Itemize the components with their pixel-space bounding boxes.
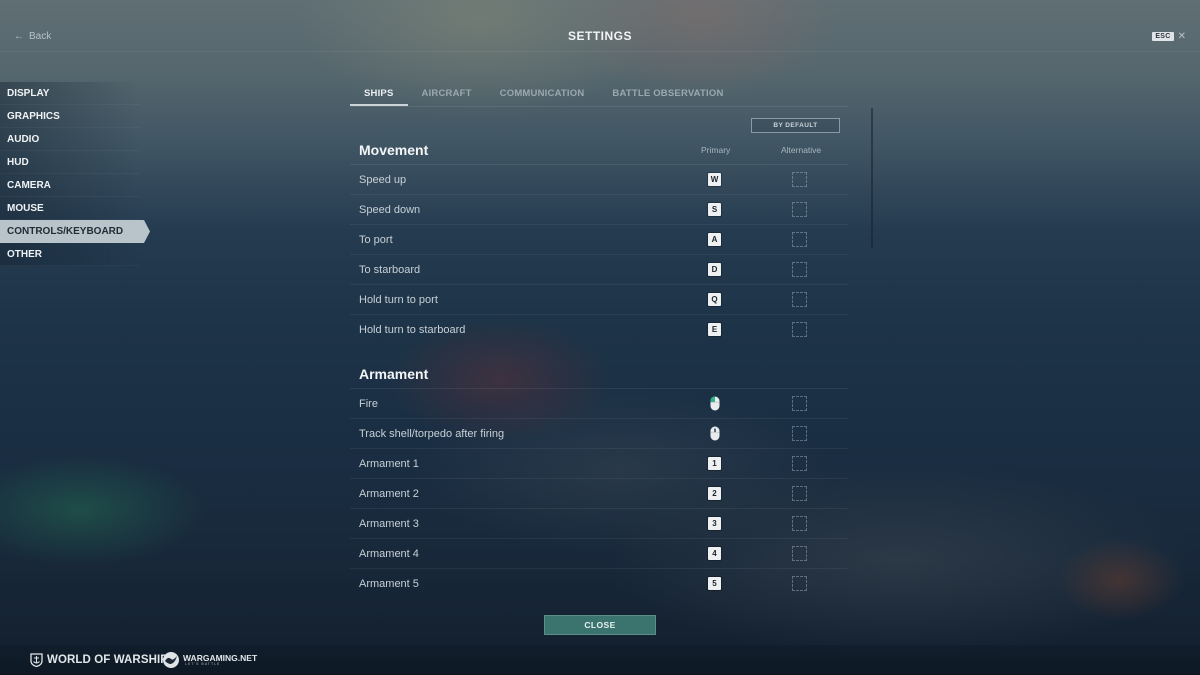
alternative-key-slot[interactable] — [792, 292, 807, 307]
header-divider — [0, 51, 1200, 52]
controls-tabs: SHIPS AIRCRAFT COMMUNICATION BATTLE OBSE… — [350, 82, 738, 106]
tab-battle-observation[interactable]: BATTLE OBSERVATION — [598, 82, 737, 106]
primary-key-binding[interactable]: D — [708, 263, 721, 276]
primary-key-binding[interactable]: 5 — [708, 577, 721, 590]
keybinding-row-armament-2: Armament 2 2 — [350, 479, 848, 509]
primary-key-binding[interactable]: 4 — [708, 547, 721, 560]
sidebar-item-label: AUDIO — [7, 133, 40, 145]
alternative-key-slot[interactable] — [792, 546, 807, 561]
wargaming-logo: WARGAMING.NET LET'S BATTLE — [162, 651, 257, 669]
sidebar-item-label: HUD — [7, 156, 29, 168]
sidebar-item-label: CONTROLS/KEYBOARD — [7, 225, 124, 237]
by-default-button[interactable]: BY DEFAULT — [751, 118, 840, 133]
keybinding-row-armament-1: Armament 1 1 — [350, 449, 848, 479]
section-title: Movement — [359, 142, 429, 158]
keybinding-row-armament-5: Armament 5 5 — [350, 569, 848, 599]
tab-communication[interactable]: COMMUNICATION — [486, 82, 599, 106]
warships-shield-icon — [30, 653, 43, 667]
world-of-warships-logo: WORLD OF WARSHIPS — [30, 653, 176, 667]
mouse-middle-button-icon[interactable] — [710, 426, 720, 441]
keybinding-row-armament-4: Armament 4 4 — [350, 539, 848, 569]
primary-key-binding[interactable]: S — [708, 203, 721, 216]
action-label: Armament 4 — [359, 547, 419, 560]
scrollbar[interactable] — [871, 108, 873, 248]
action-label: To port — [359, 233, 393, 246]
alternative-key-slot[interactable] — [792, 486, 807, 501]
keybinding-row-fire: Fire — [350, 389, 848, 419]
action-label: Hold turn to starboard — [359, 324, 466, 336]
action-label: Armament 2 — [359, 487, 419, 500]
primary-key-binding[interactable]: W — [708, 173, 721, 186]
action-label: Armament 5 — [359, 578, 419, 590]
tab-ships[interactable]: SHIPS — [350, 82, 408, 106]
sidebar-item-label: GRAPHICS — [7, 110, 60, 122]
keybinding-row-speed-up: Speed up W — [350, 165, 848, 195]
sidebar-item-graphics[interactable]: GRAPHICS — [0, 105, 140, 128]
close-button[interactable]: CLOSE — [544, 615, 656, 635]
alternative-key-slot[interactable] — [792, 576, 807, 591]
page-title: SETTINGS — [567, 29, 632, 43]
alternative-key-slot[interactable] — [792, 516, 807, 531]
keybinding-row-to-port: To port A — [350, 225, 848, 255]
tab-aircraft[interactable]: AIRCRAFT — [408, 82, 486, 106]
action-label: Hold turn to port — [359, 293, 438, 306]
sidebar-item-label: OTHER — [7, 248, 42, 260]
alternative-key-slot[interactable] — [792, 426, 807, 441]
game-logo-text: WORLD OF WARSHIPS — [47, 654, 176, 666]
esc-key-badge: ESC — [1152, 32, 1174, 41]
sidebar-item-camera[interactable]: CAMERA — [0, 174, 140, 197]
action-label: Speed up — [359, 173, 407, 186]
column-header-primary: Primary — [701, 145, 731, 155]
alternative-key-slot[interactable] — [792, 262, 807, 277]
primary-key-binding[interactable]: 1 — [708, 457, 721, 470]
sidebar-item-label: MOUSE — [7, 202, 44, 214]
primary-key-binding[interactable]: Q — [708, 293, 721, 306]
action-label: Armament 1 — [359, 457, 419, 470]
sidebar-item-audio[interactable]: AUDIO — [0, 128, 140, 151]
alternative-key-slot[interactable] — [792, 456, 807, 471]
primary-key-binding[interactable]: 3 — [708, 517, 721, 530]
sidebar-item-label: CAMERA — [7, 179, 51, 191]
column-header-alternative: Alternative — [781, 145, 822, 155]
primary-key-binding[interactable]: A — [708, 233, 721, 246]
sidebar-item-mouse[interactable]: MOUSE — [0, 197, 140, 220]
keybinding-row-hold-turn-to-starboard: Hold turn to starboard E — [350, 315, 848, 345]
primary-key-binding[interactable]: 2 — [708, 487, 721, 500]
sidebar-item-label: DISPLAY — [7, 87, 50, 99]
primary-key-binding[interactable]: E — [708, 323, 721, 336]
esc-close-button[interactable]: ESC ✕ — [1152, 31, 1186, 42]
settings-sidebar: DISPLAY GRAPHICS AUDIO HUD CAMERA MOUSE … — [0, 82, 150, 266]
section-header-armament: Armament — [350, 360, 848, 389]
publisher-logo-text: WARGAMING.NET — [183, 652, 258, 663]
keybinding-row-speed-down: Speed down S — [350, 195, 848, 225]
wargaming-emblem-icon — [163, 652, 179, 668]
alternative-key-slot[interactable] — [792, 172, 807, 187]
sidebar-item-hud[interactable]: HUD — [0, 151, 140, 174]
action-label: Track shell/torpedo after firing — [359, 427, 505, 440]
keybinding-row-hold-turn-to-port: Hold turn to port Q — [350, 285, 848, 315]
alternative-key-slot[interactable] — [792, 396, 807, 411]
mouse-left-button-icon[interactable] — [710, 396, 720, 411]
close-icon[interactable]: ✕ — [1178, 31, 1186, 42]
alternative-key-slot[interactable] — [792, 202, 807, 217]
action-label: Fire — [359, 397, 378, 410]
alternative-key-slot[interactable] — [792, 232, 807, 247]
action-label: Armament 3 — [359, 517, 419, 530]
publisher-tagline: LET'S BATTLE — [185, 662, 221, 666]
keybindings-list: Movement Primary Alternative Speed up W Speed… — [350, 136, 848, 599]
alternative-key-slot[interactable] — [792, 322, 807, 337]
keybinding-row-track-shell-torpedo-after-firing: Track shell/torpedo after firing — [350, 419, 848, 449]
action-label: Speed down — [359, 203, 421, 216]
sidebar-item-display[interactable]: DISPLAY — [0, 82, 140, 105]
sidebar-item-controls-keyboard[interactable]: CONTROLS/KEYBOARD — [0, 220, 150, 243]
keybinding-row-to-starboard: To starboard D — [350, 255, 848, 285]
tabs-divider — [350, 106, 848, 107]
section-header-movement: Movement Primary Alternative — [350, 136, 848, 165]
action-label: To starboard — [359, 263, 421, 276]
keybinding-row-armament-3: Armament 3 3 — [350, 509, 848, 539]
section-title: Armament — [359, 366, 429, 382]
sidebar-item-other[interactable]: OTHER — [0, 243, 140, 266]
